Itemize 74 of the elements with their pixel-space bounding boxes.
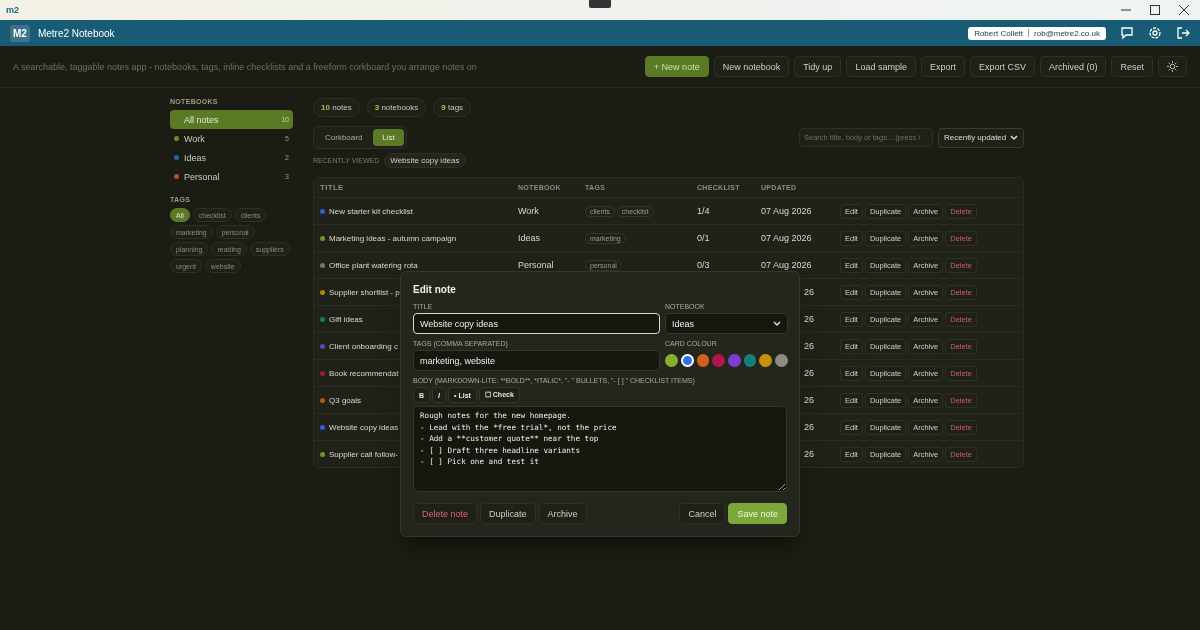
- toolbar-button[interactable]: Tidy up: [794, 56, 842, 77]
- colour-swatch[interactable]: [775, 354, 788, 367]
- note-title[interactable]: Q3 goals: [329, 395, 362, 405]
- note-title[interactable]: Client onboarding c: [329, 341, 398, 351]
- stat-pill: 10 notes: [313, 98, 360, 117]
- chevron-icon: [1010, 134, 1018, 141]
- colour-swatch[interactable]: [665, 354, 678, 367]
- colour-swatch[interactable]: [743, 354, 757, 367]
- app-title: Metre2 Notebook: [37, 27, 115, 39]
- colour-swatch[interactable]: [712, 354, 725, 367]
- colour-swatch[interactable]: [728, 354, 741, 367]
- dialog-button[interactable]: Archive: [538, 503, 587, 524]
- updated-cell: 07 Aug 2026: [761, 233, 812, 243]
- theme-button[interactable]: [1158, 56, 1187, 77]
- updated-cell: 26: [804, 395, 814, 405]
- sun-icon: [1167, 61, 1178, 72]
- drag-handle-icon[interactable]: [589, 0, 611, 8]
- user-email: rob@metre2.co.uk: [1034, 28, 1100, 38]
- dialog-button[interactable]: Cancel: [679, 503, 726, 524]
- toolbar-button[interactable]: Load sample: [846, 56, 916, 77]
- notebook-cell: Work: [518, 206, 539, 216]
- note-title[interactable]: Book recommendat: [329, 368, 399, 378]
- note-title[interactable]: Gift ideas: [329, 314, 363, 324]
- dialog-title: Edit note: [413, 284, 457, 295]
- tags-field[interactable]: marketing, website: [413, 350, 660, 371]
- recent-note-chip[interactable]: Website copy ideas: [384, 153, 466, 168]
- dialog-button[interactable]: Duplicate: [480, 503, 536, 524]
- checklist-cell: 1/4: [697, 206, 710, 216]
- app-description: A searchable, taggable notes app - notebooks, tags, inline checklists and a freeform corkboard you arrange notes on: [13, 61, 477, 72]
- column-header: TITLE: [320, 183, 345, 192]
- updated-cell: 26: [804, 422, 814, 432]
- app-badge: M2: [10, 24, 30, 42]
- toolbar-button[interactable]: Archived (0): [1039, 56, 1107, 77]
- notebook-cell: Personal: [518, 260, 554, 270]
- view-tab[interactable]: Corkboard: [316, 129, 372, 146]
- notebook-cell: Ideas: [518, 233, 541, 243]
- user-name: Robert Collett: [974, 28, 1024, 38]
- toolbar-button[interactable]: Export: [920, 56, 965, 77]
- logout-icon[interactable]: [1176, 26, 1190, 40]
- checklist-cell: 0/1: [697, 233, 710, 243]
- colour-swatch[interactable]: [680, 354, 694, 367]
- colour-swatch[interactable]: [696, 354, 710, 367]
- updated-cell: 26: [804, 287, 814, 297]
- app-logo: m2: [6, 5, 19, 15]
- note-title[interactable]: Supplier shortlist - p: [329, 287, 400, 297]
- maximize-icon[interactable]: [1150, 5, 1160, 15]
- updated-cell: 07 Aug 2026: [761, 206, 812, 216]
- note-title[interactable]: Supplier call follow-: [329, 449, 398, 459]
- updated-cell: 07 Aug 2026: [761, 260, 812, 270]
- note-title[interactable]: Marketing ideas - autumn campaign: [329, 233, 457, 243]
- sort-dropdown[interactable]: Recently updated: [938, 127, 1024, 148]
- colour-swatch[interactable]: [759, 354, 773, 367]
- stat-pill: 3 notebooks: [366, 98, 427, 117]
- stat-pill: 9 tags: [433, 98, 472, 117]
- checklist-cell: 0/3: [697, 260, 710, 270]
- toolbar-button[interactable]: New notebook: [713, 56, 790, 77]
- dialog-button[interactable]: Delete note: [413, 503, 478, 524]
- settings-icon[interactable]: [1148, 26, 1162, 40]
- updated-cell: 26: [804, 341, 814, 351]
- chevron-icon: [773, 320, 781, 327]
- title-field[interactable]: Website copy ideas: [413, 313, 660, 334]
- toolbar-button[interactable]: + New note: [644, 56, 709, 77]
- close-icon[interactable]: [1179, 5, 1189, 15]
- note-title[interactable]: New starter kit checklist: [329, 206, 414, 216]
- updated-cell: 26: [804, 314, 814, 324]
- updated-cell: 26: [804, 449, 814, 459]
- view-tab[interactable]: List: [373, 129, 404, 146]
- toolbar-button[interactable]: Export CSV: [969, 56, 1035, 77]
- note-title[interactable]: Office plant watering rota: [329, 260, 418, 270]
- notebook-dropdown[interactable]: Ideas: [665, 313, 788, 334]
- toolbar-button[interactable]: Reset: [1111, 56, 1153, 77]
- updated-cell: 26: [804, 368, 814, 378]
- chat-icon[interactable]: [1120, 26, 1134, 40]
- note-title[interactable]: Website copy ideas: [329, 422, 399, 432]
